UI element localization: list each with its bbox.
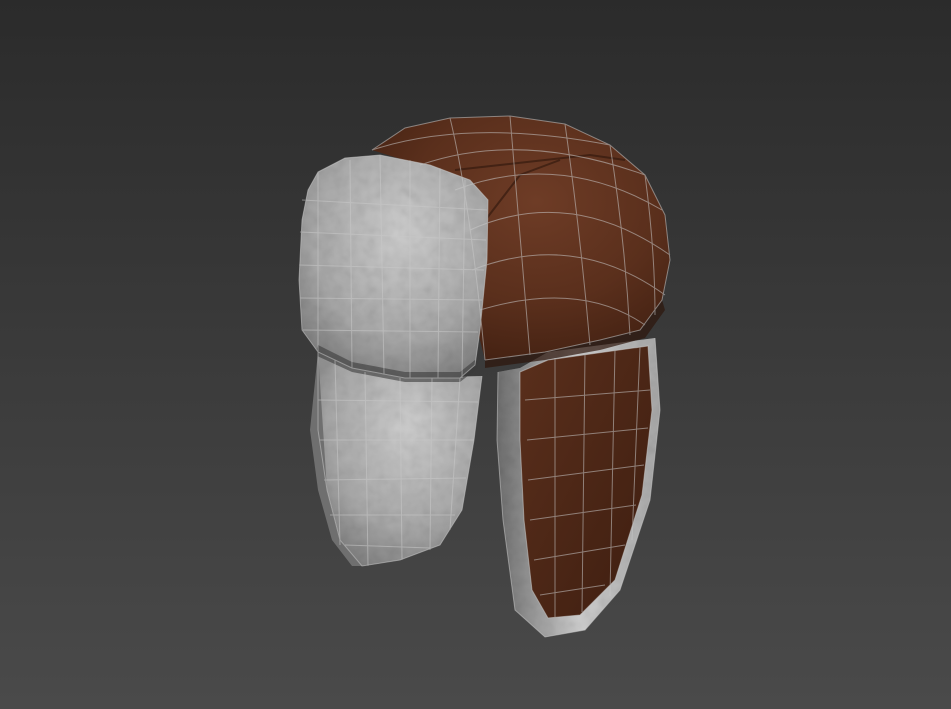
viewport-scene [0,0,951,709]
3d-viewport[interactable] [0,0,951,709]
